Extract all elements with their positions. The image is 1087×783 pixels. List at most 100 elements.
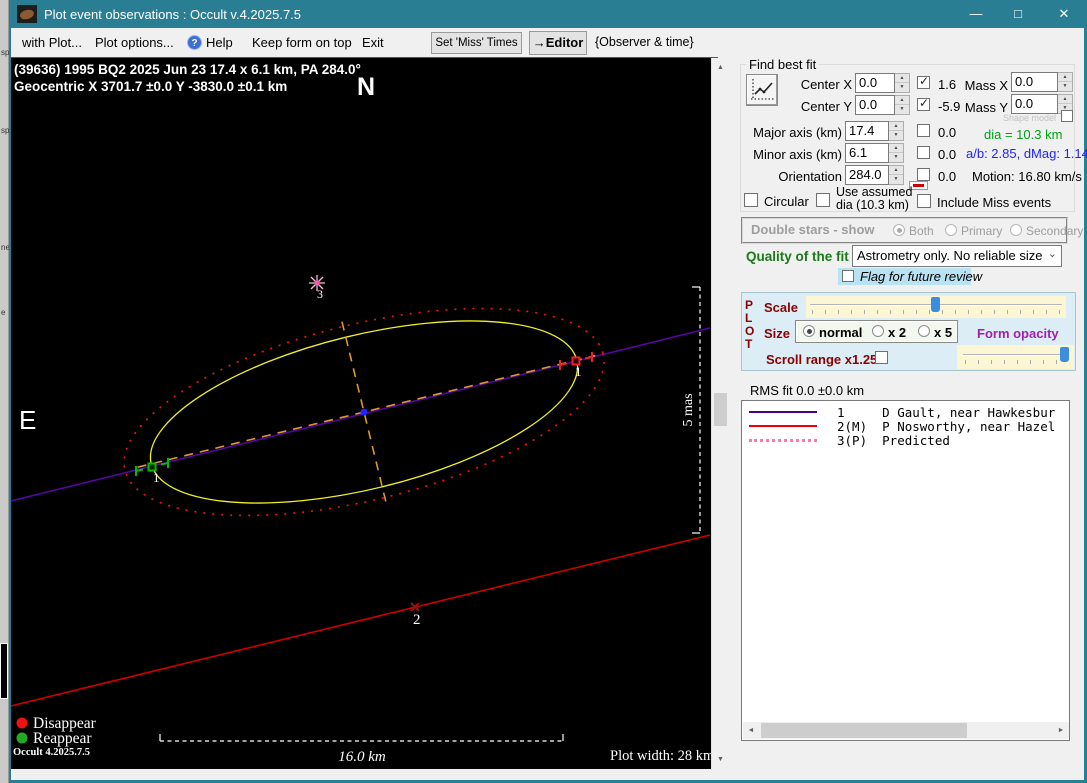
minimize-button[interactable]: —	[955, 0, 997, 28]
plot-width-label: Plot width: 28 km	[610, 748, 711, 764]
maximize-button[interactable]: □	[997, 0, 1039, 28]
orientation-label: Orientation	[778, 169, 842, 184]
center-y-spinner[interactable]: ▲ ▼	[895, 95, 910, 115]
asteroid-ellipse-group	[123, 307, 605, 517]
size-x2-label: x 2	[888, 325, 907, 340]
mass-y-label: Mass Y	[964, 100, 1008, 115]
east-label: E	[19, 405, 36, 435]
mass-x-label: Mass X	[964, 78, 1008, 93]
menu-help[interactable]: Help	[206, 35, 233, 50]
include-miss-events-checkbox[interactable]	[917, 194, 931, 208]
scroll-up-icon[interactable]: ▲	[712, 60, 729, 76]
major-axis-spinner[interactable]: ▲ ▼	[889, 121, 904, 141]
flag-review-checkbox[interactable]	[842, 270, 854, 282]
menu-exit[interactable]: Exit	[362, 35, 384, 50]
chord-line-2[interactable]	[10, 534, 711, 707]
vertical-scale-label: 5 mas	[681, 393, 696, 426]
observation-row[interactable]: 2(M) P Nosworthy, near Hazel	[742, 418, 1069, 434]
plot-area[interactable]: (39636) 1995 BQ2 2025 Jun 23 17.4 x 6.1 …	[10, 58, 715, 769]
disappear-legend-dot	[16, 717, 28, 729]
form-opacity-slider[interactable]	[957, 345, 1074, 369]
minor-axis-fit-value: 0.0	[938, 147, 957, 162]
mass-x-input[interactable]: 0.0	[1011, 72, 1058, 92]
center-x-fit-checkbox[interactable]	[917, 74, 930, 89]
size-label: Size	[764, 326, 791, 341]
find-best-fit-label: Find best fit	[746, 57, 820, 72]
observations-listbox[interactable]: 1 D Gault, near Hawkesbur 2(M) P Nosworth…	[741, 400, 1070, 741]
scroll-right-icon[interactable]: ►	[1053, 722, 1069, 739]
quality-select[interactable]: Astrometry only. No reliable size ⌄	[852, 245, 1062, 267]
menu-with-plot[interactable]: with Plot...	[22, 35, 82, 50]
major-axis-input[interactable]: 17.4	[845, 121, 889, 141]
vertical-scroll-thumb[interactable]	[714, 393, 727, 426]
scroll-down-icon[interactable]: ▼	[712, 752, 729, 768]
center-x-fit-value: 1.6	[938, 77, 957, 92]
close-button[interactable]: ✕	[1043, 0, 1085, 28]
mass-y-input[interactable]: 0.0	[1011, 94, 1058, 114]
observation-row[interactable]: 1 D Gault, near Hawkesbur	[742, 404, 1069, 420]
scale-slider[interactable]	[806, 296, 1066, 318]
plot-letter-o: O	[745, 324, 755, 338]
quality-label: Quality of the fit	[746, 249, 849, 264]
double-stars-primary-radio[interactable]	[945, 224, 957, 236]
chord2-label: 2	[413, 612, 421, 628]
chord1-left-label: 1	[153, 470, 160, 485]
scale-label: Scale	[764, 300, 798, 315]
use-assumed-dia-label: Use assumed dia (10.3 km)	[836, 185, 913, 212]
size-normal-radio[interactable]	[803, 325, 815, 337]
major-axis-fit-checkbox[interactable]	[917, 124, 930, 137]
observation-text: 3(P) Predicted	[837, 432, 950, 448]
scroll-left-icon[interactable]: ◄	[743, 722, 759, 739]
size-x5-radio[interactable]	[918, 325, 930, 337]
scale-slider-thumb[interactable]	[931, 297, 940, 312]
horizontal-scroll-thumb[interactable]	[761, 723, 967, 738]
center-x-spinner[interactable]: ▲ ▼	[895, 73, 910, 93]
observation-text: 2(M) P Nosworthy, near Hazel	[837, 418, 1056, 434]
orientation-fit-checkbox[interactable]	[917, 168, 930, 181]
occult-plot-window: sp sp ne e Plot event observations : Occ…	[0, 0, 1087, 783]
shape-model-checkbox[interactable]	[1061, 110, 1073, 122]
center-y-input[interactable]: 0.0	[855, 95, 895, 115]
chevron-down-icon: ⌄	[1047, 248, 1057, 260]
menu-plot-options[interactable]: Plot options...	[95, 35, 174, 50]
observations-rows: 1 D Gault, near Hawkesbur 2(M) P Nosworth…	[742, 404, 1069, 448]
minor-axis-spinner[interactable]: ▲ ▼	[889, 143, 904, 163]
observation-text: 1 D Gault, near Hawkesbur	[837, 404, 1056, 420]
observer-time-label: {Observer & time}	[595, 35, 694, 49]
minor-axis-fit-checkbox[interactable]	[917, 146, 930, 159]
plot-vertical-scrollbar[interactable]: ▲ ▼	[711, 58, 728, 770]
observation-line-sample	[749, 425, 817, 427]
form-opacity-slider-thumb[interactable]	[1060, 347, 1069, 362]
observation-line-sample	[749, 411, 817, 413]
plot-letter-t: T	[745, 337, 753, 351]
circular-checkbox[interactable]	[744, 193, 758, 207]
size-x2-radio[interactable]	[872, 325, 884, 337]
flag-review-label: Flag for future review	[860, 269, 983, 284]
double-stars-secondary-radio[interactable]	[1010, 224, 1022, 236]
menu-keep-form-on-top[interactable]: Keep form on top	[252, 35, 352, 50]
size-x5-label: x 5	[934, 325, 953, 340]
help-icon[interactable]: ?	[187, 35, 202, 50]
reappear-legend-dot	[16, 732, 28, 744]
chord-line-1[interactable]	[10, 327, 711, 502]
double-stars-both-radio[interactable]	[893, 224, 905, 236]
observation-row[interactable]: 3(P) Predicted	[742, 432, 1069, 448]
major-axis-fit-value: 0.0	[938, 125, 957, 140]
observations-hscrollbar[interactable]: ◄ ►	[743, 722, 1069, 739]
double-stars-both-label: Both	[909, 224, 934, 238]
horizontal-scale-bar	[159, 734, 564, 742]
set-miss-times-button[interactable]: Set 'Miss' Times	[431, 32, 522, 54]
editor-button[interactable]: →Editor	[529, 31, 587, 55]
background-text-fragment: e	[1, 308, 6, 317]
mass-x-spinner[interactable]: ▲ ▼	[1058, 72, 1073, 92]
plot-canvas[interactable]: (39636) 1995 BQ2 2025 Jun 23 17.4 x 6.1 …	[10, 58, 715, 769]
minor-axis-input[interactable]: 6.1	[845, 143, 889, 163]
center-y-fit-checkbox[interactable]	[917, 96, 930, 111]
orientation-input[interactable]: 284.0	[845, 165, 889, 185]
title-bar[interactable]: Plot event observations : Occult v.4.202…	[9, 0, 1087, 28]
double-stars-secondary-label: Secondary	[1026, 224, 1084, 238]
center-x-input[interactable]: 0.0	[855, 73, 895, 93]
orientation-spinner[interactable]: ▲ ▼	[889, 165, 904, 185]
use-assumed-dia-checkbox[interactable]	[816, 193, 830, 207]
scroll-range-checkbox[interactable]	[875, 351, 888, 364]
